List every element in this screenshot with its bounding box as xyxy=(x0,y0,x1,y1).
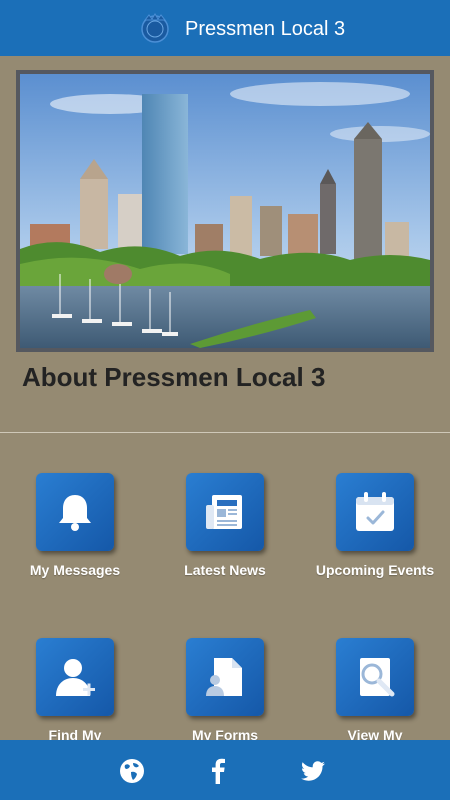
bottom-navigation-bar xyxy=(0,740,450,800)
tile-my-forms[interactable]: My Forms xyxy=(150,638,300,744)
union-logo-icon xyxy=(141,13,169,43)
my-forms-button[interactable] xyxy=(186,638,264,716)
view-my-button[interactable] xyxy=(336,638,414,716)
tile-my-messages[interactable]: My Messages xyxy=(0,473,150,579)
newspaper-icon xyxy=(206,495,242,529)
app-title: Pressmen Local 3 xyxy=(185,18,346,40)
tile-find-my[interactable]: Find My xyxy=(0,638,150,744)
app-header: Pressmen Local 3 xyxy=(0,0,450,56)
hero-skyline-image xyxy=(16,70,434,352)
document-user-icon xyxy=(206,658,242,696)
tile-label: Upcoming Events xyxy=(315,562,435,578)
search-document-icon xyxy=(360,658,395,697)
about-title[interactable]: About Pressmen Local 3 xyxy=(22,360,325,394)
calendar-icon xyxy=(356,492,394,531)
upcoming-events-button[interactable] xyxy=(336,473,414,551)
tile-label: Latest News xyxy=(184,562,266,578)
tile-latest-news[interactable]: Latest News xyxy=(150,473,300,579)
tile-label: My Messages xyxy=(29,562,121,578)
globe-icon[interactable] xyxy=(118,757,146,785)
facebook-icon[interactable] xyxy=(204,757,232,785)
add-user-icon xyxy=(56,659,95,696)
twitter-icon[interactable] xyxy=(299,757,327,785)
find-my-button[interactable] xyxy=(36,638,114,716)
my-messages-button[interactable] xyxy=(36,473,114,551)
tile-view-my[interactable]: View My xyxy=(300,638,450,744)
bell-icon xyxy=(59,495,91,531)
latest-news-button[interactable] xyxy=(186,473,264,551)
section-divider xyxy=(0,432,450,433)
tile-upcoming-events[interactable]: Upcoming Events xyxy=(300,473,450,579)
